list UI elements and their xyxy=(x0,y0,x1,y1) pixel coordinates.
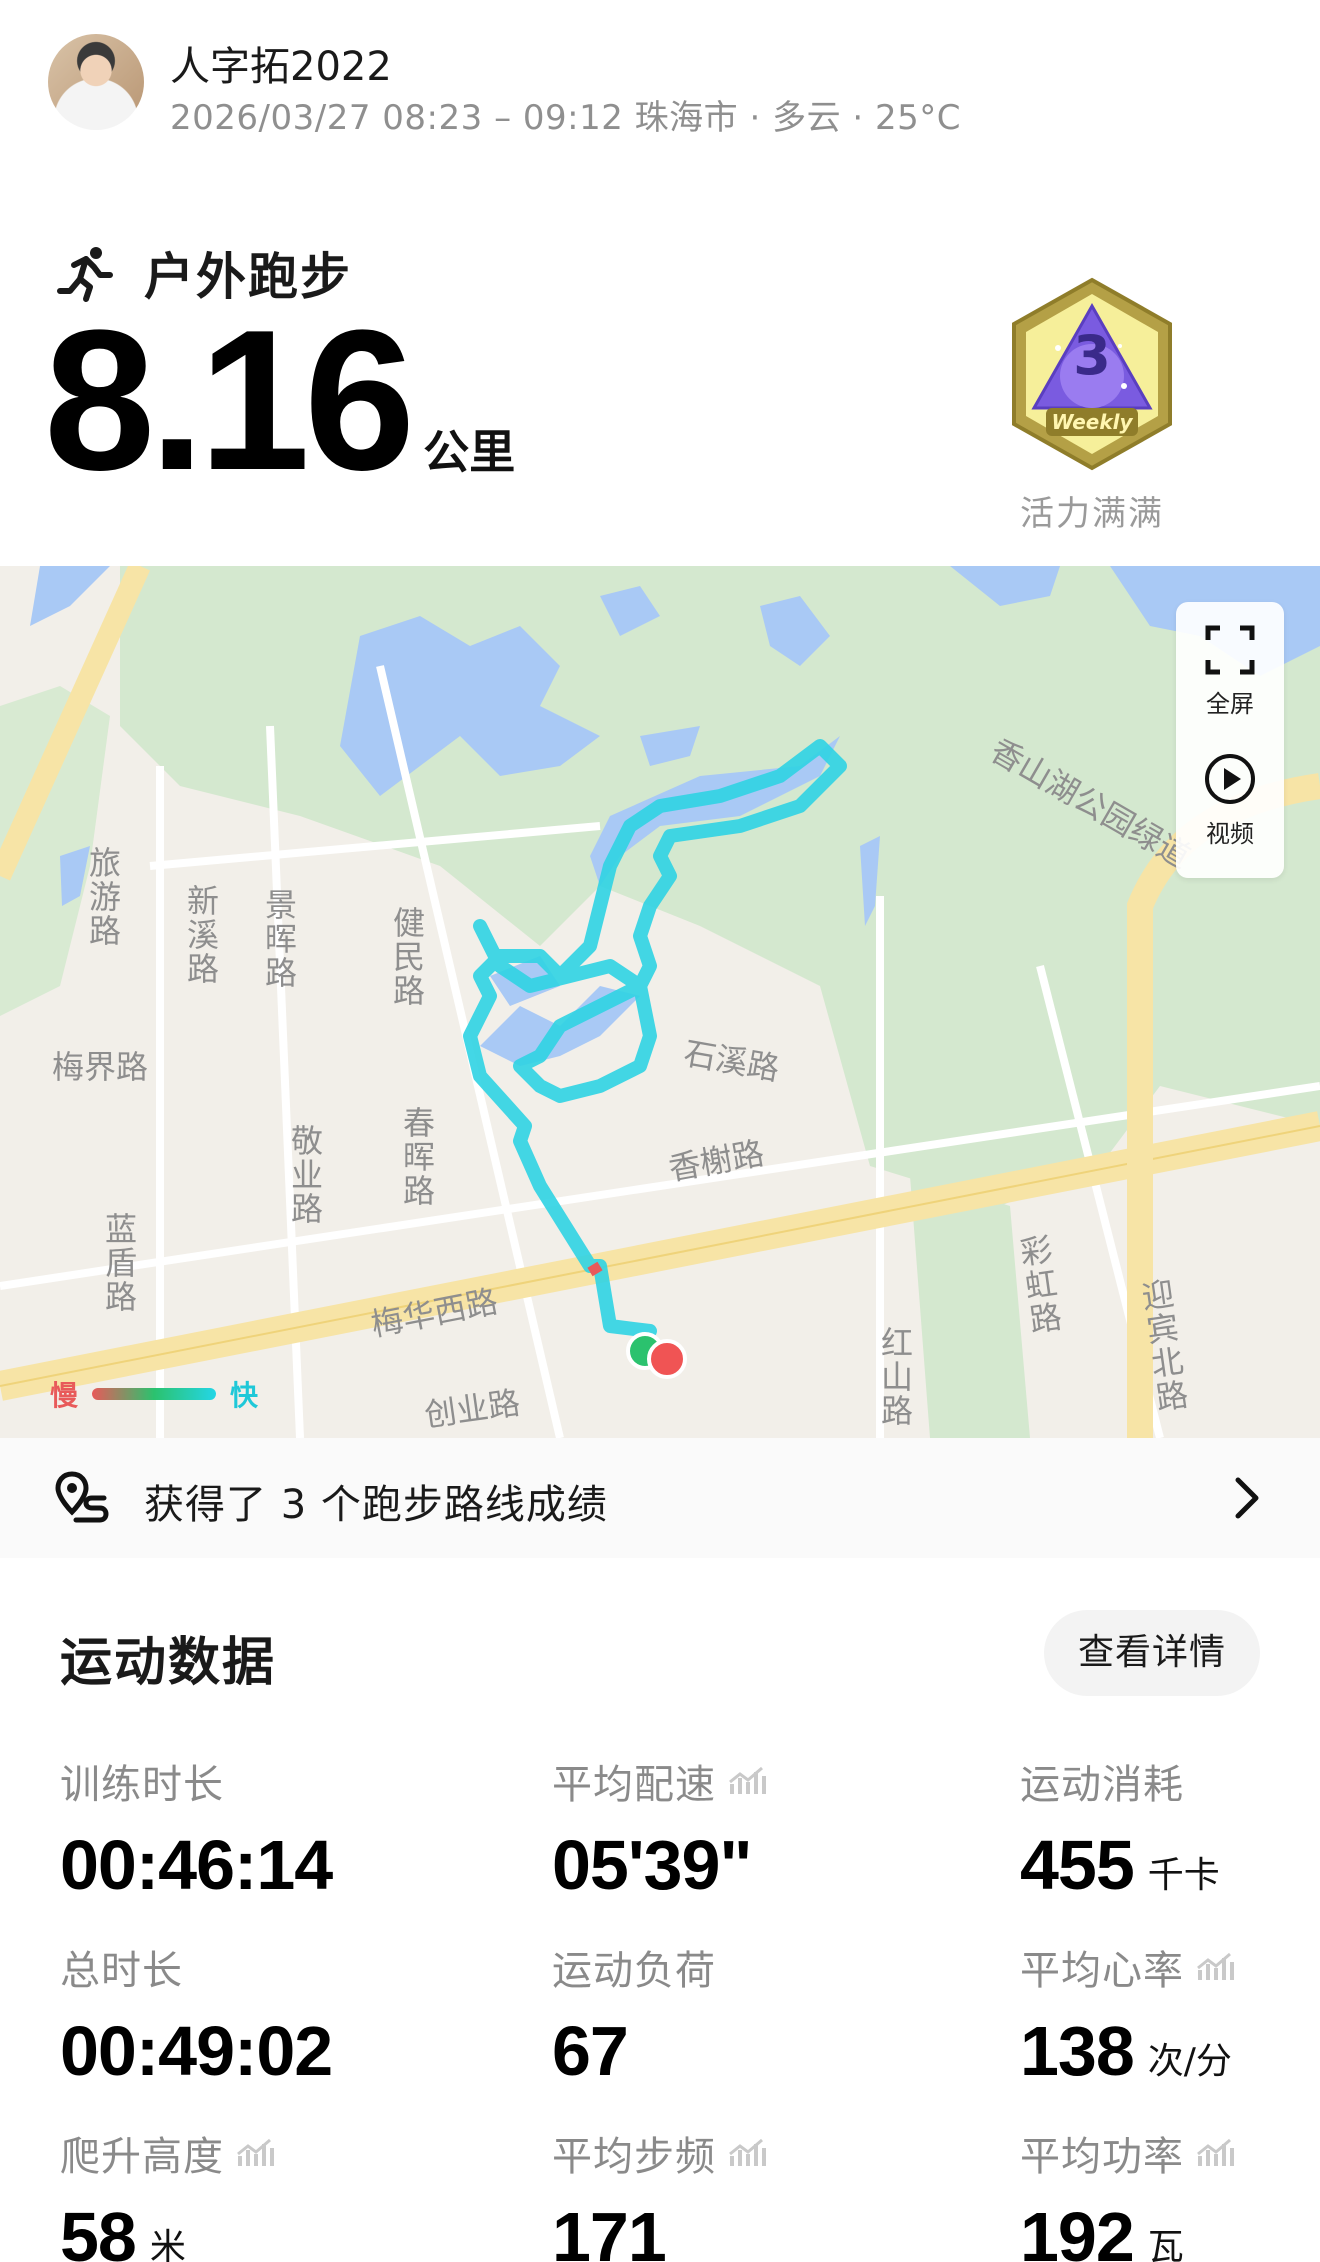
stat-value: 455 xyxy=(1020,1826,1135,1904)
road-label: 敬业路 xyxy=(286,1124,324,1226)
stat-average-pace[interactable]: 平均配速 05'39" xyxy=(552,1752,768,1900)
stat-value: 67 xyxy=(552,2012,629,2090)
play-icon xyxy=(1205,754,1255,804)
stat-value: 00:49:02 xyxy=(60,2012,333,2090)
chart-trend-icon xyxy=(1197,2138,1234,2166)
stat-value: 171 xyxy=(552,2198,667,2262)
stat-label: 运动消耗 xyxy=(1020,1762,1184,1808)
road-label: 红山路 xyxy=(876,1326,914,1428)
fullscreen-button[interactable]: 全屏 xyxy=(1176,624,1284,719)
legend-gradient-bar xyxy=(92,1388,217,1400)
stat-label: 总时长 xyxy=(60,1948,183,1994)
stat-training-load: 运动负荷 67 xyxy=(552,1938,716,2086)
stat-value: 138 xyxy=(1020,2012,1135,2090)
chevron-right-icon xyxy=(1235,1477,1259,1519)
road-label: 春晖路 xyxy=(398,1106,436,1208)
stat-value: 00:46:14 xyxy=(60,1826,333,1904)
chart-trend-icon xyxy=(1197,1952,1234,1980)
road-label: 健民路 xyxy=(388,906,426,1008)
chart-trend-icon xyxy=(729,2138,766,2166)
medal-number: 3 xyxy=(1073,324,1111,387)
stat-label: 平均步频 xyxy=(552,2134,716,2180)
fullscreen-label: 全屏 xyxy=(1206,690,1254,718)
distance-value: 8.16 xyxy=(44,289,415,512)
stat-calories: 运动消耗 455 千卡 xyxy=(1020,1752,1220,1900)
stat-unit: 千卡 xyxy=(1147,1855,1220,1896)
route-map[interactable]: 旅游路 新溪路 景晖路 健民路 梅界路 敬业路 春晖路 蓝盾路 石溪路 香榭路 … xyxy=(0,566,1320,1438)
road-label: 景晖路 xyxy=(260,888,298,990)
road-label: 蓝盾路 xyxy=(100,1212,138,1314)
stat-label: 训练时长 xyxy=(60,1762,224,1808)
stat-average-cadence[interactable]: 平均步频 171 xyxy=(552,2124,768,2262)
stat-elevation-gain[interactable]: 爬升高度 58 米 xyxy=(60,2124,276,2262)
video-label: 视频 xyxy=(1206,820,1254,848)
legend-slow: 慢 xyxy=(50,1379,79,1412)
achievement-text: 获得了 3 个跑步路线成绩 xyxy=(144,1482,608,1528)
chart-trend-icon xyxy=(729,1766,766,1794)
stat-average-heart-rate[interactable]: 平均心率 138 次/分 xyxy=(1020,1938,1236,2086)
weekly-medal-badge[interactable]: 3 Weekly xyxy=(1000,276,1184,472)
user-name[interactable]: 人字拓2022 xyxy=(170,34,392,92)
distance-row: 8.16 公里 xyxy=(44,289,516,512)
stat-unit: 次/分 xyxy=(1147,2041,1232,2082)
view-details-button[interactable]: 查看详情 xyxy=(1044,1610,1260,1696)
route-achievement-bar[interactable]: 获得了 3 个跑步路线成绩 xyxy=(0,1438,1320,1558)
stat-label: 运动负荷 xyxy=(552,1948,716,1994)
road-label: 旅游路 xyxy=(84,846,122,948)
route-pin-icon xyxy=(55,1471,109,1523)
map-controls: 全屏 视频 xyxy=(1176,602,1284,878)
chart-trend-icon xyxy=(237,2138,274,2166)
stats-section-title: 运动数据 xyxy=(60,1633,277,1693)
medal-badge-text: Weekly xyxy=(1051,410,1133,434)
stat-label: 平均功率 xyxy=(1020,2134,1184,2180)
stat-label: 平均心率 xyxy=(1020,1948,1184,1994)
avatar[interactable] xyxy=(48,34,144,130)
road-label: 梅界路 xyxy=(52,1048,149,1086)
video-button[interactable]: 视频 xyxy=(1176,752,1284,849)
map-canvas[interactable] xyxy=(0,566,1320,1438)
stat-value: 58 xyxy=(60,2198,137,2262)
stat-unit: 瓦 xyxy=(1147,2227,1184,2262)
user-header: 人字拓2022 2026/03/27 08:23 – 09:12 珠海市 · 多… xyxy=(48,32,1272,142)
pace-legend: 慢 快 xyxy=(50,1374,258,1414)
stat-average-power[interactable]: 平均功率 192 瓦 xyxy=(1020,2124,1236,2262)
stat-value: 192 xyxy=(1020,2198,1135,2262)
stat-label: 爬升高度 xyxy=(60,2134,224,2180)
legend-fast: 快 xyxy=(230,1379,259,1412)
stat-unit: 米 xyxy=(149,2227,186,2262)
road-label: 新溪路 xyxy=(182,884,220,986)
stat-value: 05'39" xyxy=(552,1826,753,1904)
stat-total-duration: 总时长 00:49:02 xyxy=(60,1938,333,2090)
stat-training-duration: 训练时长 00:46:14 xyxy=(60,1752,333,1904)
stat-label: 平均配速 xyxy=(552,1762,716,1808)
distance-unit: 公里 xyxy=(423,425,516,479)
fullscreen-icon xyxy=(1205,625,1255,675)
workout-meta: 2026/03/27 08:23 – 09:12 珠海市 · 多云 · 25°C xyxy=(170,98,962,138)
medal-label: 活力满满 xyxy=(1020,494,1164,534)
